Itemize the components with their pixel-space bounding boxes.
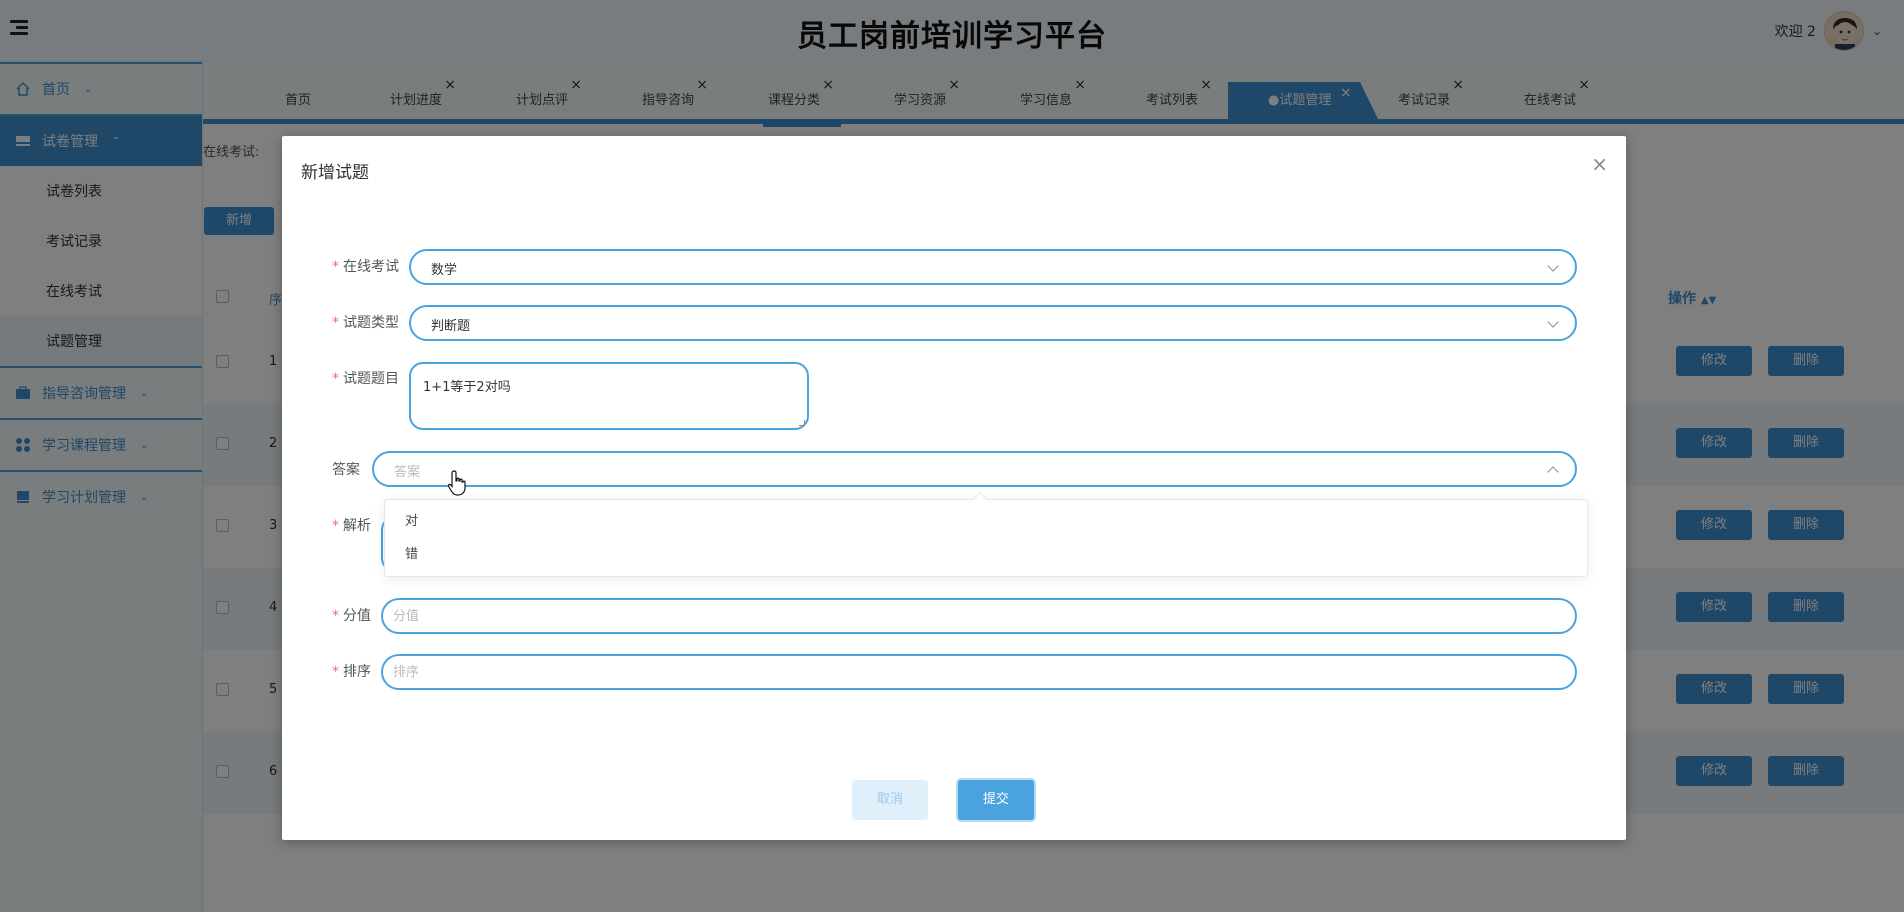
order-input[interactable] (381, 654, 1577, 690)
required-mark: * (332, 518, 339, 534)
required-mark: * (332, 664, 339, 680)
type-select-value: 判断题 (431, 319, 471, 334)
submit-button[interactable]: 提交 (958, 780, 1034, 820)
label-text: 排序 (343, 664, 371, 680)
answer-field-label: 答案 (332, 462, 360, 478)
close-icon[interactable]: × (1591, 154, 1608, 174)
question-textarea[interactable]: 1+1等于2对吗 (409, 362, 809, 430)
order-field-label: * 排序 (332, 661, 371, 681)
required-mark: * (332, 315, 339, 331)
required-mark: * (332, 259, 339, 275)
dropdown-arrow (972, 491, 988, 507)
app-root: 员工岗前培训学习平台 欢迎 2 ⌄ 首页 (0, 0, 1904, 912)
answer-placeholder: 答案 (394, 465, 421, 480)
label-text: 解析 (343, 518, 371, 534)
add-question-dialog: 新增试题 × * 在线考试 数学 * 试题类型 判断题 * 试题题目 1+1等于2对吗… (282, 136, 1626, 840)
score-input[interactable] (381, 598, 1577, 634)
question-field-label: * 试题题目 (332, 368, 399, 388)
required-mark: * (332, 608, 339, 624)
chevron-down-icon (1547, 260, 1559, 272)
resize-handle-icon[interactable] (799, 420, 805, 426)
score-field-label: * 分值 (332, 605, 371, 625)
chevron-up-icon (1547, 466, 1559, 478)
type-field-label: * 试题类型 (332, 312, 399, 332)
answer-option-true[interactable]: 对 (405, 507, 705, 537)
cancel-button[interactable]: 取消 (852, 780, 928, 820)
question-text: 1+1等于2对吗 (423, 380, 511, 395)
analysis-field-label: * 解析 (332, 515, 371, 535)
answer-select[interactable]: 答案 (372, 451, 1577, 487)
label-text: 试题题目 (343, 371, 399, 387)
answer-option-false[interactable]: 错 (405, 540, 705, 570)
hand-cursor-icon (447, 470, 466, 496)
exam-select[interactable]: 数学 (409, 249, 1577, 285)
chevron-down-icon (1547, 316, 1559, 328)
dialog-title: 新增试题 (301, 163, 369, 183)
label-text: 分值 (343, 608, 371, 624)
answer-dropdown: 对 错 (384, 491, 1588, 577)
exam-field-label: * 在线考试 (332, 256, 399, 276)
required-mark: * (332, 371, 339, 387)
exam-select-value: 数学 (431, 263, 458, 278)
type-select[interactable]: 判断题 (409, 305, 1577, 341)
label-text: 试题类型 (343, 315, 399, 331)
label-text: 在线考试 (343, 259, 399, 275)
